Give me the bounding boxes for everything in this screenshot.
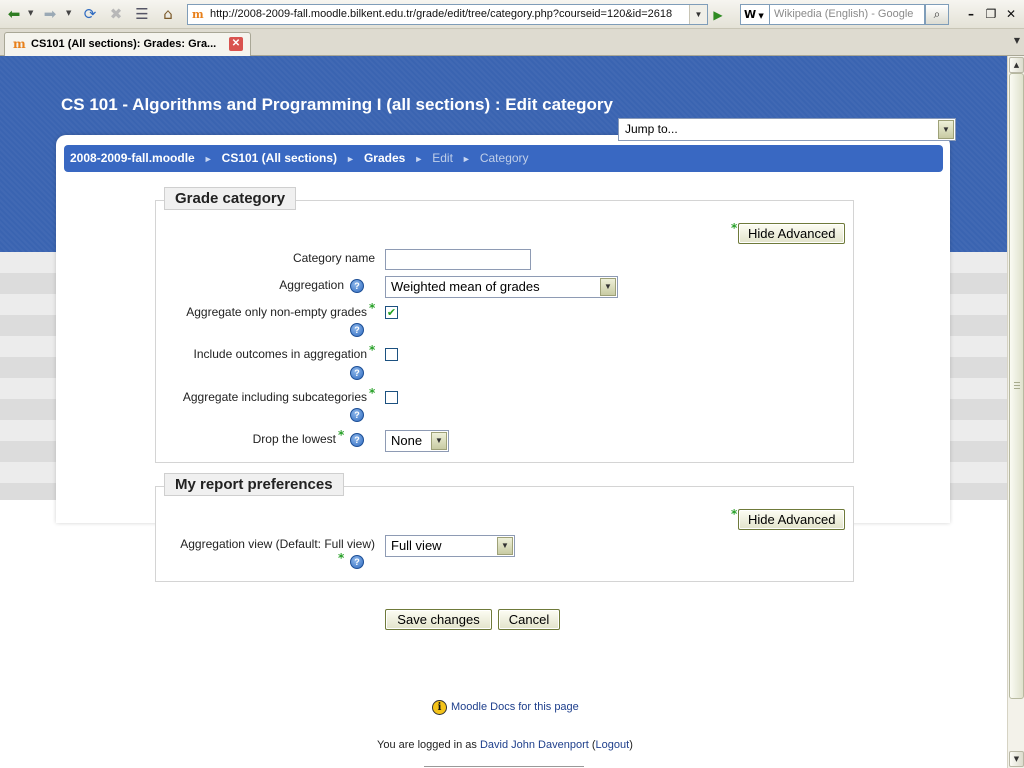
scroll-down-icon[interactable]: ▼ <box>1009 751 1024 767</box>
hide-advanced-button[interactable]: Hide Advanced <box>738 509 846 530</box>
aggregation-view-value: Full view <box>391 538 442 553</box>
jump-to-value: Jump to... <box>625 122 678 136</box>
page-title: CS 101 - Algorithms and Programming I (a… <box>61 95 613 114</box>
required-icon: * <box>369 386 376 400</box>
cancel-button[interactable]: Cancel <box>498 609 560 630</box>
page-viewport: CS 101 - Algorithms and Programming I (a… <box>0 56 1007 768</box>
breadcrumb-grades[interactable]: Grades <box>364 151 405 165</box>
close-tab-icon[interactable]: ✕ <box>229 37 243 51</box>
category-name-input[interactable] <box>385 249 531 270</box>
aggregate-subcategories-checkbox[interactable] <box>385 391 398 404</box>
help-icon[interactable]: ? <box>350 323 364 337</box>
aggregation-value: Weighted mean of grades <box>391 279 540 294</box>
moodle-favicon-icon: m <box>13 37 26 51</box>
moodle-docs-link-text[interactable]: Moodle Docs for this page <box>451 701 579 713</box>
chevron-down-icon[interactable]: ▼ <box>600 278 616 296</box>
home-icon[interactable]: ⌂ <box>158 4 178 24</box>
report-preferences-legend: My report preferences <box>164 473 344 496</box>
login-info: You are logged in as David John Davenpor… <box>377 739 633 751</box>
scrollbar-thumb[interactable] <box>1009 73 1024 699</box>
chevron-down-icon[interactable]: ▼ <box>431 432 447 450</box>
breadcrumb-site[interactable]: 2008-2009-fall.moodle <box>70 151 195 165</box>
aggregate-nonempty-label: Aggregate only non-empty grades <box>186 305 367 319</box>
url-text: http://2008-2009-fall.moodle.bilkent.edu… <box>210 8 673 20</box>
go-icon[interactable]: ▶ <box>709 6 727 23</box>
aggregation-view-label: Aggregation view (Default: Full view) <box>180 537 375 551</box>
grip-icon <box>1014 382 1020 390</box>
grade-category-legend: Grade category <box>164 187 297 210</box>
restore-icon[interactable]: ❐ <box>982 5 1000 23</box>
back-arrow-icon[interactable]: ⬅ <box>4 4 24 24</box>
history-icon[interactable]: ☰ <box>132 4 152 24</box>
moodle-favicon-icon: m <box>192 8 204 21</box>
breadcrumb-edit: Edit <box>432 151 453 165</box>
aggregate-subcategories-label: Aggregate including subcategories <box>182 390 367 404</box>
url-dropdown-icon[interactable]: ▼ <box>689 5 707 24</box>
required-icon: * <box>731 221 738 235</box>
chevron-down-icon[interactable]: ▼ <box>938 120 954 139</box>
tab-title: CS101 (All sections): Grades: Gra... <box>31 38 217 50</box>
drop-lowest-label: Drop the lowest <box>252 432 336 446</box>
breadcrumb-course[interactable]: CS101 (All sections) <box>222 151 337 165</box>
footer-divider <box>424 766 584 767</box>
help-icon[interactable]: ? <box>350 408 364 422</box>
chevron-down-icon[interactable]: ▼ <box>497 537 513 555</box>
help-icon[interactable]: ? <box>350 366 364 380</box>
category-name-label: Category name <box>292 251 375 265</box>
jump-to-select[interactable]: Jump to... ▼ <box>618 118 956 141</box>
stop-icon[interactable]: ✖ <box>106 4 126 24</box>
scroll-up-icon[interactable]: ▲ <box>1009 57 1024 73</box>
hide-advanced-button[interactable]: Hide Advanced <box>738 223 846 244</box>
aggregation-label: Aggregation <box>279 278 344 292</box>
forward-history-icon[interactable]: ▼ <box>66 9 71 17</box>
browser-toolbar: ⬅ ▼ ➡ ▼ ⟳ ✖ ☰ ⌂ m http://2008-2009-fall.… <box>0 0 1024 29</box>
url-bar[interactable]: m http://2008-2009-fall.moodle.bilkent.e… <box>187 4 708 25</box>
aggregation-select[interactable]: Weighted mean of grades ▼ <box>385 276 618 298</box>
include-outcomes-checkbox[interactable] <box>385 348 398 361</box>
required-icon: * <box>369 301 376 315</box>
search-engine-selector[interactable]: W ▼ <box>740 4 770 25</box>
save-changes-button[interactable]: Save changes <box>385 609 492 630</box>
report-preferences-fieldset <box>155 486 854 582</box>
reload-icon[interactable]: ⟳ <box>80 4 100 24</box>
help-icon[interactable]: ? <box>350 279 364 293</box>
drop-lowest-value: None <box>391 433 423 448</box>
required-icon: * <box>338 551 345 565</box>
breadcrumb-separator-icon: ► <box>346 154 355 164</box>
vertical-scrollbar[interactable]: ▲ ▼ <box>1007 56 1024 768</box>
aggregation-view-select[interactable]: Full view ▼ <box>385 535 515 557</box>
aggregate-nonempty-checkbox[interactable]: ✔ <box>385 306 398 319</box>
search-input[interactable]: Wikipedia (English) - Google <box>769 4 925 25</box>
breadcrumb-separator-icon: ► <box>461 154 471 164</box>
user-profile-link[interactable]: David John Davenport <box>480 739 589 751</box>
close-window-icon[interactable]: ✕ <box>1002 5 1020 23</box>
checkmark-icon: ✔ <box>386 306 397 319</box>
browser-tab[interactable]: m CS101 (All sections): Grades: Gra... ✕ <box>4 32 251 56</box>
breadcrumb: 2008-2009-fall.moodle ► CS101 (All section… <box>64 145 943 172</box>
help-icon[interactable]: ? <box>350 433 364 447</box>
wikipedia-icon: W <box>744 8 757 21</box>
required-icon: * <box>338 428 345 442</box>
forward-arrow-icon[interactable]: ➡ <box>40 4 60 24</box>
minimize-icon[interactable]: – <box>962 5 980 23</box>
tab-bar: m CS101 (All sections): Grades: Gra... ✕… <box>0 29 1024 56</box>
required-icon: * <box>731 507 738 521</box>
logout-link[interactable]: Logout <box>596 739 630 751</box>
breadcrumb-separator-icon: ► <box>414 154 424 164</box>
back-history-icon[interactable]: ▼ <box>28 9 33 17</box>
breadcrumb-separator-icon: ► <box>203 154 213 164</box>
info-icon: i <box>432 700 447 715</box>
required-icon: * <box>369 343 376 357</box>
drop-lowest-select[interactable]: None ▼ <box>385 430 449 452</box>
login-info-prefix: You are logged in as <box>377 739 477 751</box>
include-outcomes-label: Include outcomes in aggregation <box>193 347 367 361</box>
tab-list-icon[interactable]: ▼ <box>1014 36 1020 45</box>
search-icon[interactable]: ⌕ <box>925 4 949 25</box>
help-icon[interactable]: ? <box>350 555 364 569</box>
breadcrumb-category: Category <box>479 151 529 165</box>
moodle-docs-link[interactable]: Moodle Docs for this page <box>451 701 579 713</box>
